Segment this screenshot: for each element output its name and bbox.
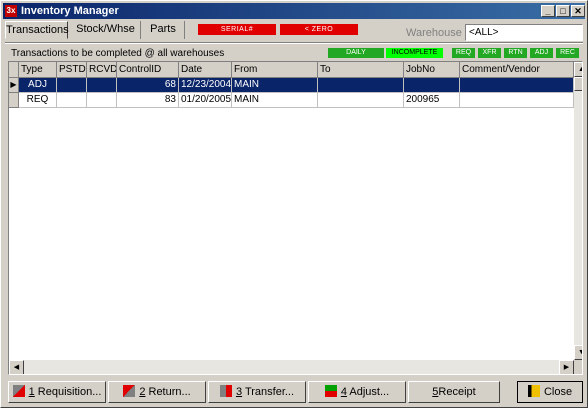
transactions-grid[interactable]: Type PSTD RCVD ControlID Date From To Jo… (8, 61, 583, 375)
cell-date[interactable]: 01/20/2005 (179, 93, 232, 108)
column-header-date[interactable]: Date (179, 62, 232, 78)
tab-stock-whse[interactable]: Stock/Whse (71, 21, 141, 39)
adj-badge[interactable]: ADJ (530, 48, 553, 58)
daily-badge[interactable]: DAILY (328, 48, 384, 58)
cell-pstd[interactable] (57, 78, 87, 93)
column-header-jobno[interactable]: JobNo (404, 62, 460, 78)
window-title: Inventory Manager (21, 5, 119, 17)
cell-jobno[interactable] (404, 78, 460, 93)
door-icon (527, 385, 540, 397)
column-header-to[interactable]: To (318, 62, 404, 78)
rec-badge[interactable]: REC (556, 48, 579, 58)
requisition-button[interactable]: 1 Requisition... (8, 381, 106, 403)
cell-rcvd[interactable] (87, 78, 117, 93)
app-logo-icon: 3x (5, 5, 17, 17)
requisition-key: 1 (28, 386, 35, 398)
maximize-icon[interactable]: □ (556, 5, 570, 17)
column-header-pstd[interactable]: PSTD (57, 62, 87, 78)
adjust-button[interactable]: 4 Adjust... (308, 381, 406, 403)
cell-comment-vendor[interactable] (460, 93, 574, 108)
column-header-comment-vendor[interactable]: Comment/Vendor (460, 62, 574, 78)
close-label: Close (543, 386, 573, 398)
cell-to[interactable] (318, 93, 404, 108)
app-window: 3x Inventory Manager _ □ ✕ Transactions … (0, 0, 588, 408)
column-header-from[interactable]: From (232, 62, 318, 78)
xfr-badge[interactable]: XFR (478, 48, 501, 58)
column-header-controlid[interactable]: ControlID (117, 62, 179, 78)
cell-rcvd[interactable] (87, 93, 117, 108)
divider (5, 42, 583, 44)
scroll-corner (574, 360, 582, 374)
adjust-key: 4 (340, 386, 347, 398)
receipt-label: Receipt (438, 386, 476, 398)
column-header-rcvd[interactable]: RCVD (87, 62, 117, 78)
transfer-icon (219, 385, 232, 397)
adjust-label: Adjust... (349, 386, 390, 398)
transfer-button[interactable]: 3 Transfer... (208, 381, 306, 403)
scroll-left-icon[interactable]: ◀ (9, 360, 24, 374)
serial-badge[interactable]: SERIAL# (198, 24, 276, 35)
current-row-pointer-icon: ▶ (9, 78, 19, 93)
row-indicator (9, 93, 19, 108)
req-badge[interactable]: REQ (452, 48, 475, 58)
cell-date[interactable]: 12/23/2004 (179, 78, 232, 93)
row-indicator-header (9, 62, 19, 78)
scroll-right-icon[interactable]: ▶ (559, 360, 574, 374)
warehouse-label: Warehouse (406, 27, 462, 39)
cell-type[interactable]: ADJ (19, 78, 57, 93)
requisition-icon (12, 385, 25, 397)
info-text: Transactions to be completed @ all wareh… (11, 48, 225, 59)
zero-badge[interactable]: < ZERO (280, 24, 358, 35)
tab-parts[interactable]: Parts (142, 21, 185, 39)
transfer-key: 3 (235, 386, 243, 398)
cell-controlid[interactable]: 83 (117, 93, 179, 108)
close-button[interactable]: Close (517, 381, 583, 403)
adjust-icon (324, 385, 337, 397)
warehouse-select[interactable]: <ALL> (465, 24, 583, 41)
close-window-icon[interactable]: ✕ (571, 5, 585, 17)
return-icon (123, 385, 136, 397)
rtn-badge[interactable]: RTN (504, 48, 527, 58)
cell-controlid[interactable]: 68 (117, 78, 179, 93)
transfer-label: Transfer... (244, 386, 295, 398)
cell-pstd[interactable] (57, 93, 87, 108)
column-header-type[interactable]: Type (19, 62, 57, 78)
cell-to[interactable] (318, 78, 404, 93)
receipt-button[interactable]: 5Receipt (408, 381, 500, 403)
minimize-icon[interactable]: _ (541, 5, 555, 17)
tab-transactions[interactable]: Transactions (5, 21, 69, 39)
scroll-up-icon[interactable]: ▲ (574, 62, 582, 77)
title-bar[interactable]: 3x Inventory Manager _ □ ✕ (3, 3, 585, 19)
horizontal-scrollbar[interactable]: ◀ ▶ (9, 360, 574, 374)
vertical-scrollbar[interactable]: ▲ ▼ (574, 62, 582, 360)
return-button[interactable]: 2 Return... (108, 381, 206, 403)
cell-type[interactable]: REQ (19, 93, 57, 108)
return-label: Return... (148, 386, 191, 398)
scroll-thumb[interactable] (574, 77, 582, 91)
cell-from[interactable]: MAIN (232, 78, 318, 93)
cell-from[interactable]: MAIN (232, 93, 318, 108)
cell-comment-vendor[interactable] (460, 78, 574, 93)
incomplete-badge[interactable]: INCOMPLETE (386, 48, 443, 58)
scroll-down-icon[interactable]: ▼ (574, 345, 582, 360)
cell-jobno[interactable]: 200965 (404, 93, 460, 108)
return-key: 2 (139, 386, 146, 398)
requisition-label: Requisition... (37, 386, 102, 398)
